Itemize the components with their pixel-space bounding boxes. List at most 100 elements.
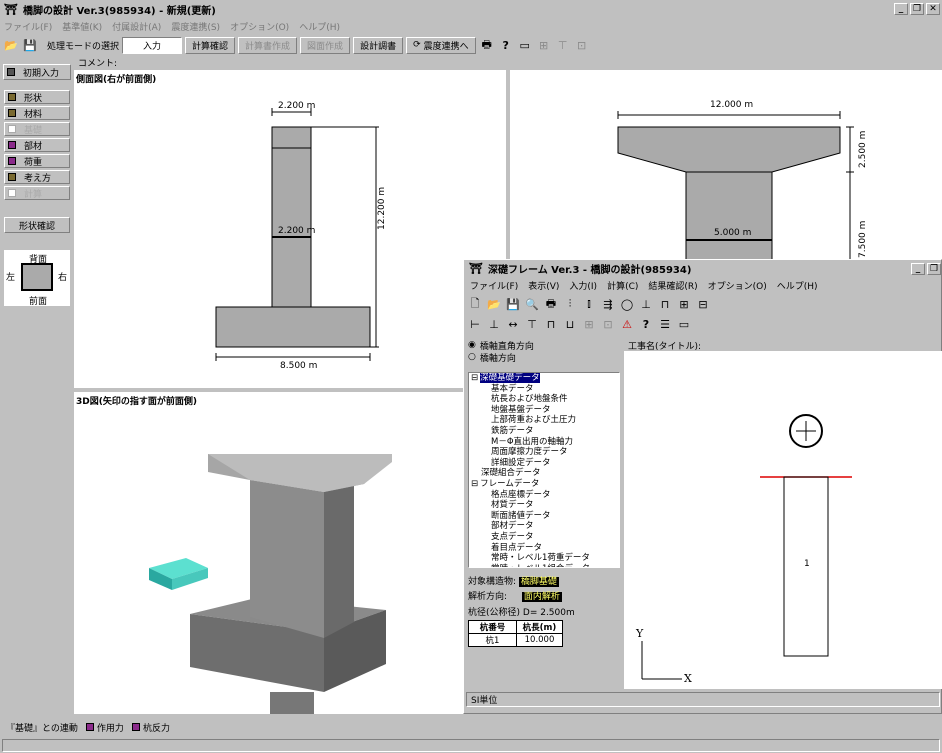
open-file-icon[interactable]: 📂 <box>486 296 502 312</box>
axis-y-label: Y <box>636 627 644 640</box>
action-force-item[interactable]: 作用力 <box>85 721 124 734</box>
frame2-icon[interactable]: ⊓ <box>543 316 559 332</box>
sidebar-item-icon <box>8 157 16 165</box>
menu-option[interactable]: オプション(O) <box>230 20 289 33</box>
new-icon[interactable]: 🗋 <box>467 296 483 312</box>
tree-item[interactable]: 支点データ <box>471 532 619 543</box>
list-icon[interactable]: ☰ <box>657 316 673 332</box>
menu-help[interactable]: ヘルプ(H) <box>299 20 340 33</box>
calc-report-button[interactable]: 計算書作成 <box>238 36 298 54</box>
calc-check-button[interactable]: 計算確認 <box>185 36 236 54</box>
result-icon[interactable]: ⊞ <box>676 296 692 312</box>
tool-icon-3[interactable]: ⊡ <box>574 37 590 53</box>
tree-item[interactable]: 着目点データ <box>471 543 619 554</box>
tree-item[interactable]: 常時・レベル1荷重データ <box>471 553 619 564</box>
chart-icon[interactable]: ⊡ <box>600 316 616 332</box>
radio-axis[interactable]: ○ 橋軸方向 <box>468 351 622 364</box>
check-icon[interactable]: ⊓ <box>657 296 673 312</box>
sidebar-item[interactable]: 計算 <box>4 186 70 200</box>
minimize-button[interactable]: _ <box>894 3 908 15</box>
action-force-label: 作用力 <box>96 723 124 734</box>
support-icon[interactable]: ⊥ <box>638 296 654 312</box>
analysis-value: 面内解析 <box>521 592 562 602</box>
sub-help-icon[interactable]: ? <box>638 316 654 332</box>
span-icon[interactable]: ⊔ <box>562 316 578 332</box>
tree-item[interactable]: 材質データ <box>471 500 619 511</box>
column-icon[interactable]: ⊥ <box>486 316 502 332</box>
sidebar-item[interactable]: 基礎 <box>4 122 70 136</box>
beam-icon[interactable]: ⊢ <box>467 316 483 332</box>
sub-restore-button[interactable]: ❐ <box>927 262 941 275</box>
tree-item[interactable]: 周面摩擦力度データ <box>471 447 619 458</box>
tree-item[interactable]: 断面諸値データ <box>471 511 619 522</box>
design-sheet-button[interactable]: 設計調書 <box>353 36 404 54</box>
node-icon[interactable]: ⊤ <box>524 316 540 332</box>
sub-menu-result[interactable]: 結果確認(R) <box>648 279 697 292</box>
tree-item[interactable]: 常時・レベル1組合データ <box>471 564 619 567</box>
help-icon[interactable]: ? <box>498 37 514 53</box>
sidebar-item[interactable]: 考え方 <box>4 170 70 184</box>
dimension-icon[interactable]: ↔ <box>505 316 521 332</box>
sub-menu-option[interactable]: オプション(O) <box>708 279 767 292</box>
tree-item[interactable]: 杭長および地盤条件 <box>471 394 619 405</box>
tree-collapse-icon[interactable]: ⊟ <box>471 373 478 383</box>
sidebar-item[interactable]: 部材 <box>4 138 70 152</box>
sub-menu-input[interactable]: 入力(I) <box>569 279 597 292</box>
radio-cross[interactable]: ◉ 橋軸直角方向 <box>468 339 622 352</box>
menu-seismic[interactable]: 震度連携(S) <box>171 20 220 33</box>
frame-icon[interactable]: ⫶ <box>562 296 578 312</box>
tree-item[interactable]: 鉄筋データ <box>471 426 619 437</box>
tree-item[interactable]: M－Φ直出用の軸軸力 <box>471 437 619 448</box>
preview-icon[interactable]: 🔍 <box>524 296 540 312</box>
open-icon[interactable]: 📂 <box>3 37 19 53</box>
data-tree[interactable]: ⊟ 深礎基礎データ 基本データ 杭長および地盤条件 地盤基盤データ 上部荷重および土圧力鉄… <box>468 372 620 568</box>
sidebar-item[interactable]: 材料 <box>4 106 70 120</box>
tool-icon-2[interactable]: ⊤ <box>555 37 571 53</box>
sidebar-item[interactable]: 形状 <box>4 90 70 104</box>
initial-input-icon <box>7 68 15 76</box>
tree-item[interactable]: 深礎組合データ <box>471 468 619 479</box>
print-sub-icon[interactable]: 🖶 <box>543 296 559 312</box>
moment-icon[interactable]: ◯ <box>619 296 635 312</box>
pile-icon[interactable]: ⫾ <box>581 296 597 312</box>
sub-menu-file[interactable]: ファイル(F) <box>470 279 518 292</box>
diagram-icon[interactable]: ⊟ <box>695 296 711 312</box>
tree-item-label: 基本データ <box>491 383 534 394</box>
about-icon[interactable]: ▭ <box>517 37 533 53</box>
warning-icon[interactable]: ⚠ <box>619 316 635 332</box>
seismic-link-button[interactable]: ⟳ 震度連携へ <box>406 36 476 54</box>
tree-item[interactable]: 基本データ <box>471 384 619 395</box>
print-icon[interactable]: 🖶 <box>479 37 495 53</box>
initial-input-button[interactable]: 初期入力 <box>3 64 71 80</box>
menu-file[interactable]: ファイル(F) <box>4 20 52 33</box>
load-icon[interactable]: ⇶ <box>600 296 616 312</box>
sub-menu-view[interactable]: 表示(V) <box>528 279 559 292</box>
tree-item[interactable]: ⊟ 深礎基礎データ <box>471 373 619 384</box>
tree-item[interactable]: 地盤基盤データ <box>471 405 619 416</box>
restore-button[interactable]: ❐ <box>910 3 924 15</box>
shape-confirm-button[interactable]: 形状確認 <box>4 217 70 233</box>
sub-menu-help[interactable]: ヘルプ(H) <box>777 279 818 292</box>
tree-item[interactable]: ⊟ フレームデータ <box>471 479 619 490</box>
menu-standard[interactable]: 基準値(K) <box>62 20 102 33</box>
pile-reaction-item[interactable]: 杭反力 <box>131 721 170 734</box>
close-button[interactable]: ✕ <box>926 3 940 15</box>
drawing-button[interactable]: 図面作成 <box>300 36 351 54</box>
axis-x-label: X <box>684 672 692 685</box>
table-icon[interactable]: ⊞ <box>581 316 597 332</box>
sub-menu-calc[interactable]: 計算(C) <box>607 279 638 292</box>
tree-item[interactable]: 格点座標データ <box>471 490 619 501</box>
tree-item[interactable]: 詳細設定データ <box>471 458 619 469</box>
tool-icon-1[interactable]: ⊞ <box>536 37 552 53</box>
sidebar-item[interactable]: 荷重 <box>4 154 70 168</box>
tree-item[interactable]: 上部荷重および土圧力 <box>471 415 619 426</box>
save-file-icon[interactable]: 💾 <box>505 296 521 312</box>
menu-attached[interactable]: 付属設計(A) <box>112 20 161 33</box>
sub-minimize-button[interactable]: _ <box>911 262 925 275</box>
save-icon[interactable]: 💾 <box>22 37 38 53</box>
input-mode-button[interactable]: 入力 <box>122 36 183 54</box>
tree-collapse-icon[interactable]: ⊟ <box>471 479 478 489</box>
tree-item[interactable]: 部材データ <box>471 521 619 532</box>
window-icon[interactable]: ▭ <box>676 316 692 332</box>
tree-item-label: 鉄筋データ <box>491 425 534 436</box>
